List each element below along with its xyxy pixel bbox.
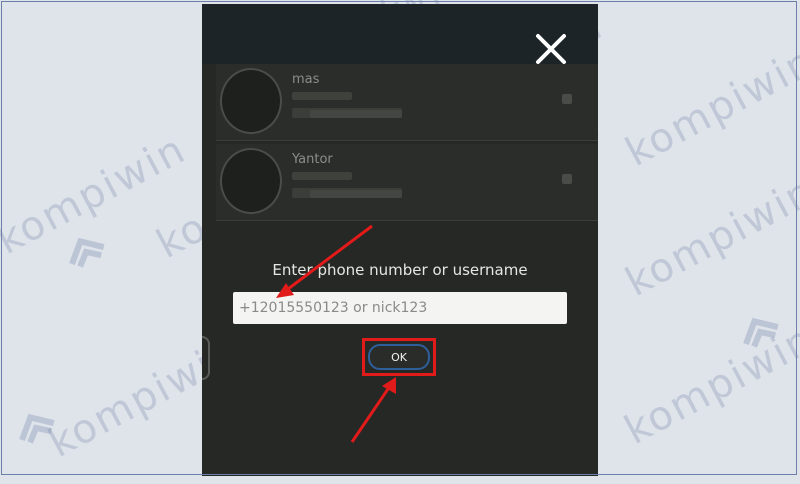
side-handle[interactable] xyxy=(202,336,210,380)
dialog-prompt: Enter phone number or username xyxy=(272,261,528,279)
watermark-logo-icon xyxy=(69,237,105,268)
contact-status-blur xyxy=(292,92,352,100)
watermark-logo-icon xyxy=(19,413,55,444)
contact-phone-blur xyxy=(310,110,402,118)
watermark-logo-icon xyxy=(743,317,779,348)
contact-name: mas xyxy=(292,72,320,87)
contact-item[interactable]: Yantor xyxy=(216,144,598,221)
avatar xyxy=(220,68,282,134)
phone-screen: mas Yantor Enter phone number or usernam… xyxy=(202,4,598,476)
watermark-text: kompiwin xyxy=(618,168,800,306)
close-icon[interactable] xyxy=(534,32,568,66)
avatar xyxy=(220,148,282,214)
contact-phone-blur xyxy=(310,190,402,198)
contact-action-icon[interactable] xyxy=(562,174,572,184)
contact-status-blur xyxy=(292,172,352,180)
contact-item[interactable]: mas xyxy=(216,64,598,141)
contact-action-icon[interactable] xyxy=(562,94,572,104)
watermark-text: kompiwin xyxy=(618,38,800,176)
watermark-text: kompiwin xyxy=(0,126,194,264)
ok-button[interactable]: OK xyxy=(368,344,430,370)
contact-name: Yantor xyxy=(292,152,333,167)
phone-or-username-input[interactable] xyxy=(233,292,567,324)
watermark-text: kompiwin xyxy=(617,316,800,454)
